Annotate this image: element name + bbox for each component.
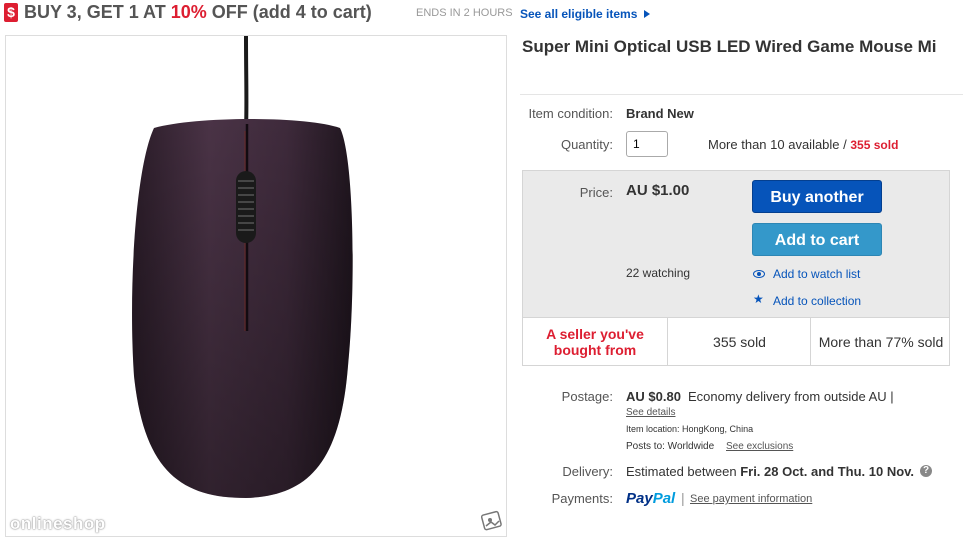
availability-text: More than 10 available / 355 sold [708, 137, 898, 152]
quantity-label: Quantity: [560, 137, 613, 152]
sold-count-link[interactable]: 355 sold [850, 138, 898, 152]
buy-another-button[interactable]: Buy another [752, 180, 882, 213]
see-details-link[interactable]: See details [626, 407, 675, 418]
promo-headline: BUY 3, GET 1 AT 10% OFF (add 4 to cart) [24, 2, 372, 23]
promo-headline-start: BUY 3, GET 1 AT [24, 2, 171, 22]
enlarge-image-icon[interactable] [480, 510, 504, 532]
sold-count-cell: 355 sold [667, 318, 811, 365]
mouse-image [132, 36, 353, 498]
delivery-label: Delivery: [562, 464, 613, 479]
promo-ends-text: ENDS IN 2 HOURS [416, 7, 513, 19]
paypal-logo: PayPal [626, 490, 676, 507]
divider [520, 94, 963, 95]
payments-label: Payments: [551, 491, 613, 506]
eye-icon [753, 270, 765, 278]
arrow-right-icon [644, 10, 650, 18]
percent-sold-cell: More than 77% sold [810, 318, 951, 365]
add-to-collection-link[interactable]: Add to collection [773, 294, 861, 308]
quantity-input[interactable] [626, 131, 668, 157]
watermark-logo: onlineshop [10, 514, 106, 533]
condition-value: Brand New [626, 106, 694, 121]
postage-price: AU $0.80 [626, 389, 681, 404]
availability-label: More than 10 available / [708, 137, 851, 152]
star-icon: ★ [753, 292, 764, 306]
help-icon[interactable]: ? [920, 465, 932, 477]
see-payment-information-link[interactable]: See payment information [690, 493, 812, 505]
condition-label: Item condition: [528, 106, 613, 121]
separator: | [681, 490, 685, 506]
promo-discount: 10% [170, 2, 207, 22]
delivery-text: Estimated between [626, 464, 741, 479]
item-location: Item location: HongKong, China [626, 424, 754, 434]
dollar-badge-icon: $ [4, 3, 18, 22]
watching-count: 22 watching [626, 266, 691, 280]
see-all-eligible-link[interactable]: See all eligible items [520, 7, 637, 21]
trust-row: A seller you've bought from 355 sold Mor… [522, 318, 950, 366]
product-image[interactable]: onlineshop [5, 35, 507, 537]
price-value: AU $1.00 [626, 182, 690, 199]
postage-description: Economy delivery from outside AU | [688, 389, 894, 404]
promo-bar: $ BUY 3, GET 1 AT 10% OFF (add 4 to cart… [0, 0, 963, 28]
postage-label: Postage: [561, 389, 613, 404]
delivery-estimate: Estimated between Fri. 28 Oct. and Thu. … [626, 464, 914, 479]
promo-headline-end: OFF (add 4 to cart) [206, 2, 372, 22]
delivery-dates: Fri. 28 Oct. and Thu. 10 Nov. [740, 464, 915, 479]
see-exclusions-link[interactable]: See exclusions [726, 441, 793, 452]
listing-title: Super Mini Optical USB LED Wired Game Mo… [522, 37, 937, 56]
add-to-cart-button[interactable]: Add to cart [752, 223, 882, 256]
posts-to: Posts to: Worldwide [626, 441, 715, 452]
add-to-watch-list-link[interactable]: Add to watch list [773, 267, 860, 281]
seller-bought-from: A seller you've bought from [546, 325, 644, 358]
price-label: Price: [579, 185, 613, 200]
